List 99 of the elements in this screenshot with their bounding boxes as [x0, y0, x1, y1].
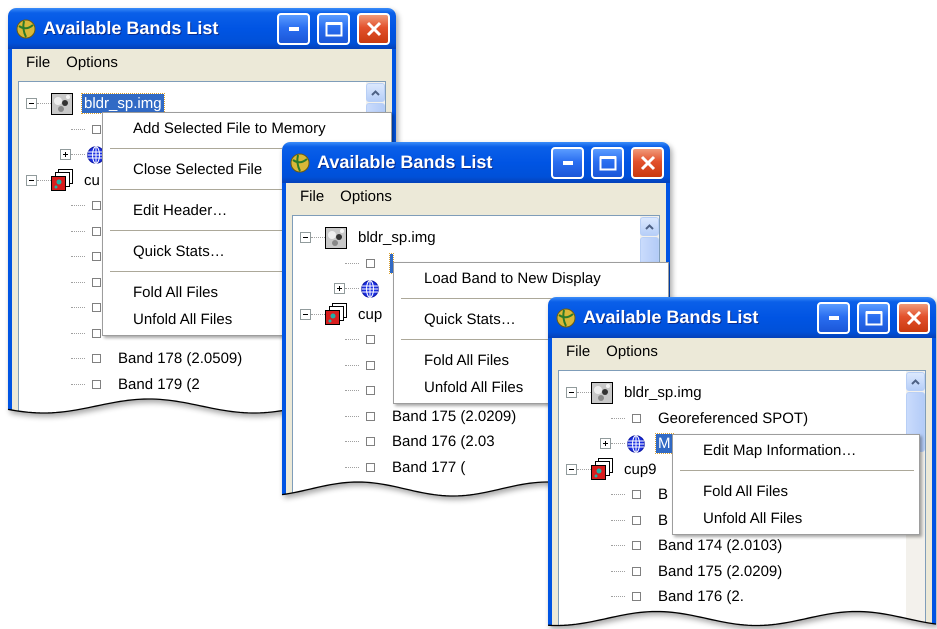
band-icon: [632, 490, 640, 500]
menu-item[interactable]: Unfold All Files: [397, 374, 524, 401]
window-title: Available Bands List: [43, 18, 220, 39]
tree-item[interactable]: Band 176 (2.03: [390, 432, 497, 452]
band-icon: [366, 360, 374, 370]
tree-item[interactable]: cup9: [622, 460, 659, 479]
tree-item[interactable]: B: [656, 485, 670, 504]
image-stack-icon: [591, 458, 613, 480]
globe-icon: [361, 280, 379, 298]
band-icon: [366, 462, 374, 472]
minimize-icon: [828, 316, 838, 320]
tree-item[interactable]: Band 175 (2.0209): [656, 562, 784, 581]
tree-item[interactable]: Band 177 (: [390, 458, 468, 477]
app-globe-icon: [16, 18, 36, 38]
tree-item[interactable]: Band 175 (2.0209): [390, 406, 518, 426]
collapse-toggle[interactable]: [26, 174, 37, 186]
band-icon: [366, 386, 374, 396]
tree-item[interactable]: bldr_sp.img: [82, 94, 164, 114]
collapse-toggle[interactable]: [26, 98, 37, 110]
menu-item[interactable]: File: [20, 52, 56, 72]
band-icon: [366, 258, 374, 268]
minimize-icon: [288, 26, 298, 30]
menu-item[interactable]: Quick Stats…: [397, 306, 516, 333]
menu-item[interactable]: Options: [600, 340, 664, 362]
band-icon: [366, 437, 374, 446]
scroll-up-button[interactable]: [366, 83, 385, 102]
close-icon: [640, 154, 656, 170]
band-icon: [366, 335, 374, 344]
menu-item[interactable]: Options: [334, 186, 398, 206]
app-globe-icon: [556, 308, 576, 328]
tree-item[interactable]: Band 178 (2.0509): [116, 349, 244, 368]
band-icon: [632, 516, 640, 525]
expand-toggle[interactable]: [334, 283, 345, 294]
scroll-up-button[interactable]: [640, 217, 659, 236]
band-icon: [92, 354, 100, 364]
tree-item[interactable]: Georeferenced SPOT): [656, 408, 810, 428]
window-title: Available Bands List: [317, 152, 494, 173]
band-icon: [632, 414, 640, 423]
band-icon: [366, 412, 374, 421]
tree-item[interactable]: Band 174 (2.0103): [656, 536, 784, 556]
menu-item[interactable]: Fold All Files: [106, 279, 218, 306]
close-button[interactable]: [897, 302, 930, 334]
minimize-button[interactable]: [277, 12, 310, 44]
tree-item[interactable]: bldr_sp.img: [356, 228, 438, 248]
maximize-button[interactable]: [317, 12, 350, 44]
band-icon: [92, 380, 100, 389]
tree-item[interactable]: cup: [356, 304, 384, 324]
maximize-button[interactable]: [591, 146, 624, 178]
grayscale-image-icon: [325, 226, 347, 249]
collapse-toggle[interactable]: [300, 232, 311, 244]
collapse-toggle[interactable]: [566, 387, 577, 398]
menu-item[interactable]: Edit Map Information…: [676, 437, 856, 464]
chevron-up-icon: [371, 90, 380, 96]
maximize-icon: [598, 154, 616, 170]
band-icon: [632, 592, 640, 602]
tree-item[interactable]: Band 179 (2: [116, 374, 202, 394]
chevron-up-icon: [645, 224, 654, 230]
menu-item[interactable]: Fold All Files: [397, 347, 510, 374]
close-icon: [906, 310, 922, 326]
tree-item[interactable]: M: [656, 434, 672, 454]
menu-item[interactable]: Add Selected File to Memory: [106, 115, 326, 142]
scroll-up-button[interactable]: [906, 372, 925, 391]
chevron-up-icon: [911, 378, 920, 384]
menu-item[interactable]: Quick Stats…: [106, 238, 225, 265]
menu-item[interactable]: File: [560, 340, 596, 362]
image-stack-icon: [51, 169, 73, 192]
tree-item[interactable]: cu: [82, 170, 102, 190]
menu-item[interactable]: Options: [60, 52, 124, 72]
minimize-button[interactable]: [817, 302, 850, 334]
expand-toggle[interactable]: [600, 438, 611, 450]
grayscale-image-icon: [591, 382, 613, 404]
maximize-icon: [864, 310, 882, 326]
window-title: Available Bands List: [583, 307, 760, 328]
grayscale-image-icon: [51, 92, 73, 115]
close-icon: [366, 20, 382, 36]
globe-icon: [627, 434, 645, 453]
tree-item[interactable]: Band 176 (2.: [656, 587, 746, 606]
minimize-icon: [562, 160, 572, 164]
menu-item[interactable]: Edit Header…: [106, 197, 228, 224]
menu-item[interactable]: Fold All Files: [676, 478, 788, 505]
band-icon: [632, 566, 640, 576]
menu-item[interactable]: Load Band to New Display: [397, 265, 601, 292]
menu-item[interactable]: File: [294, 186, 330, 206]
close-button[interactable]: [631, 146, 664, 178]
collapse-toggle[interactable]: [300, 308, 311, 320]
menu-item[interactable]: Unfold All Files: [676, 505, 802, 532]
tree-item[interactable]: bldr_sp.img: [622, 383, 704, 402]
maximize-button[interactable]: [857, 302, 890, 334]
maximize-icon: [324, 20, 342, 36]
close-button[interactable]: [357, 12, 390, 44]
collapse-toggle[interactable]: [566, 464, 577, 475]
image-stack-icon: [325, 303, 347, 326]
band-icon: [632, 541, 640, 550]
expand-toggle[interactable]: [60, 149, 71, 160]
menu-item[interactable]: Unfold All Files: [106, 306, 232, 333]
app-globe-icon: [290, 152, 310, 172]
minimize-button[interactable]: [551, 146, 584, 178]
tree-item[interactable]: B: [656, 510, 670, 530]
menu-item[interactable]: Close Selected File: [106, 156, 262, 183]
